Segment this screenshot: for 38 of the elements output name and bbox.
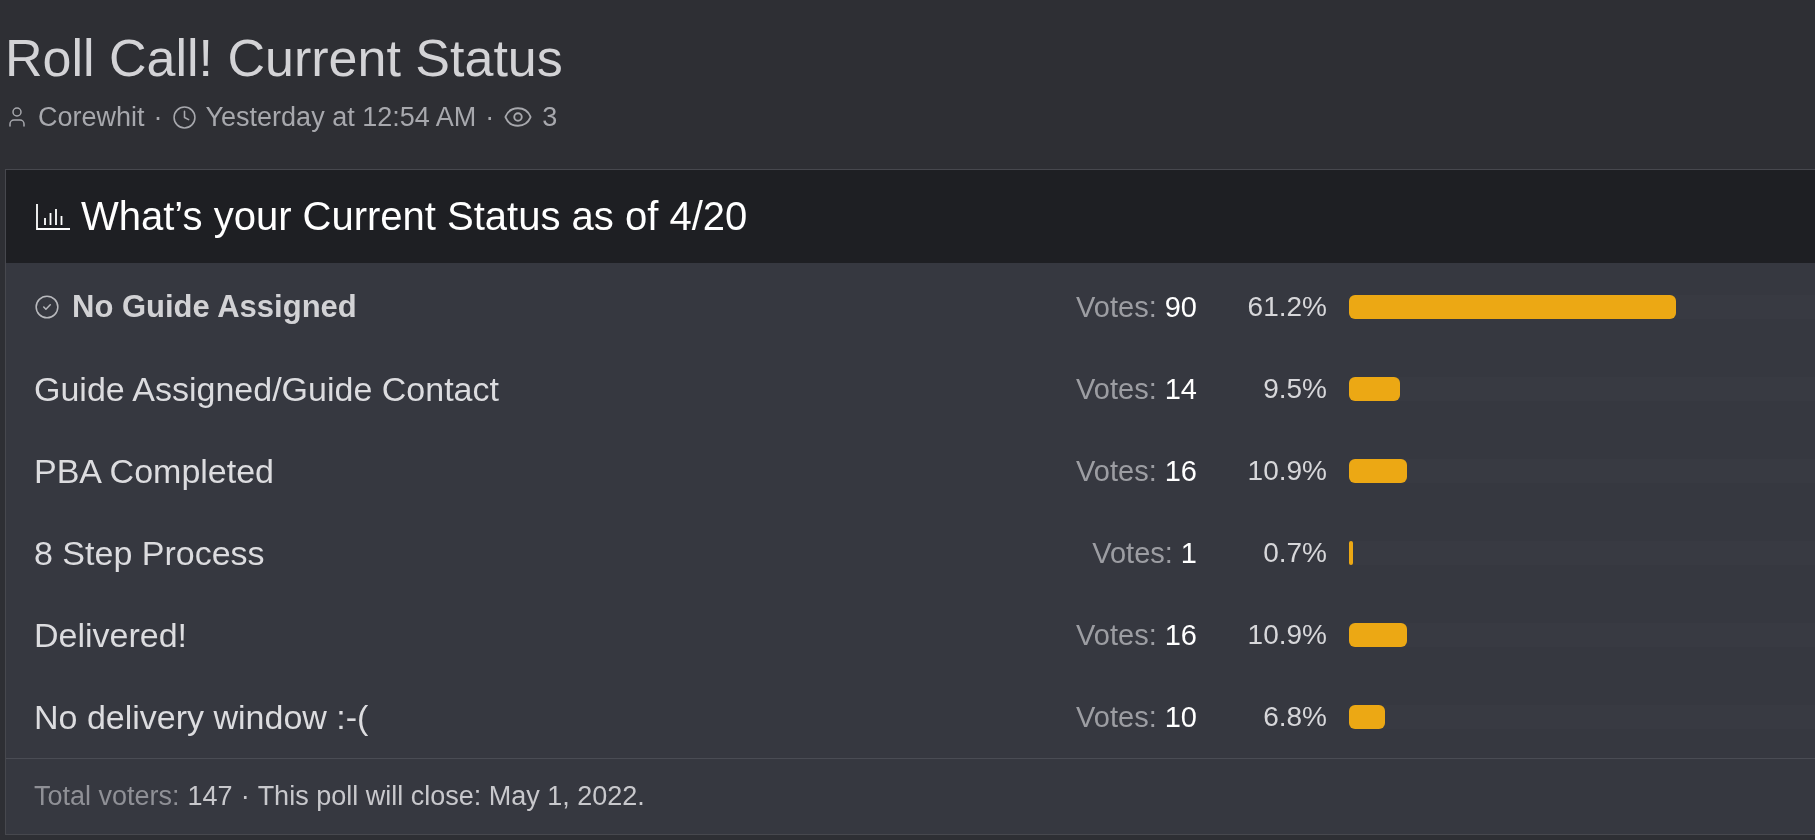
option-label: No delivery window :-(: [34, 697, 369, 737]
votes-label: Votes:: [1076, 700, 1157, 734]
poll-question: What’s your Current Status as of 4/20: [81, 194, 748, 239]
vote-percent: 0.7%: [1263, 537, 1327, 569]
vote-count: 90: [1164, 290, 1197, 324]
thread-title: Roll Call! Current Status: [5, 29, 563, 88]
vote-count: 16: [1164, 618, 1197, 652]
check-circle-icon: [34, 294, 60, 320]
separator-dot: ·: [153, 102, 163, 132]
votes-label: Votes:: [1076, 454, 1157, 488]
votes-label: Votes:: [1076, 290, 1157, 324]
vote-percent: 10.9%: [1247, 455, 1327, 487]
clock-icon: [171, 104, 197, 130]
vote-percent: 10.9%: [1247, 619, 1327, 651]
option-label: 8 Step Process: [34, 533, 265, 573]
footer-text: 147: [187, 781, 233, 812]
votes-label: Votes:: [1092, 536, 1173, 570]
option-label: PBA Completed: [34, 451, 275, 491]
footer-text: This poll will close: May 1, 2022.: [257, 781, 645, 812]
separator-dot: ·: [240, 781, 250, 812]
option-label: Delivered!: [34, 615, 188, 655]
vote-count: 10: [1164, 700, 1197, 734]
vote-percent: 6.8%: [1263, 701, 1327, 733]
vote-count: 14: [1164, 372, 1197, 406]
vote-percent: 61.2%: [1247, 291, 1327, 323]
option-label: Guide Assigned/Guide Contact: [34, 369, 499, 409]
author-link[interactable]: Corewhit: [38, 102, 145, 132]
votes-label: Votes:: [1076, 618, 1157, 652]
option-label: No Guide Assigned: [72, 289, 357, 325]
vote-count: 16: [1164, 454, 1197, 488]
post-time[interactable]: Yesterday at 12:54 AM: [205, 102, 477, 132]
view-count: 3: [542, 102, 558, 132]
footer-label: Total voters:: [34, 781, 180, 812]
votes-label: Votes:: [1076, 372, 1157, 406]
vote-percent: 9.5%: [1263, 373, 1327, 405]
vote-count: 1: [1180, 536, 1197, 570]
separator-dot: ·: [485, 102, 495, 132]
bar-chart-icon: [36, 203, 70, 230]
